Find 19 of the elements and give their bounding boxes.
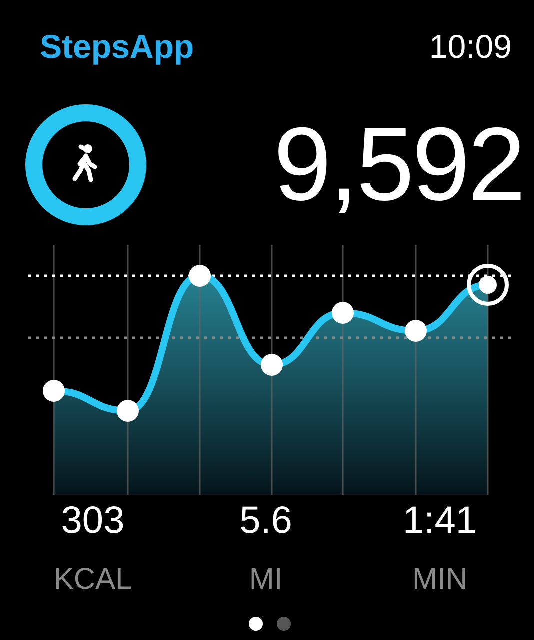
stat-unit: MIN	[412, 563, 468, 597]
app-title: StepsApp	[40, 28, 194, 66]
page-dot[interactable]	[277, 617, 291, 631]
data-point	[189, 265, 211, 287]
data-point	[332, 302, 354, 324]
page-dot[interactable]	[249, 617, 263, 631]
clock-time: 10:09	[429, 28, 512, 66]
stat-value: 1:41	[403, 500, 477, 543]
data-point	[43, 380, 65, 402]
stat-unit: MI	[249, 563, 283, 597]
data-point	[405, 320, 427, 342]
current-point	[467, 264, 509, 306]
stat-unit: KCAL	[54, 563, 132, 597]
stat-value: 5.6	[240, 500, 292, 543]
step-count: 9,592	[274, 113, 524, 217]
data-point	[261, 354, 283, 376]
data-point	[117, 400, 139, 422]
walking-person-icon	[72, 144, 98, 182]
stat-value: 303	[61, 500, 125, 543]
